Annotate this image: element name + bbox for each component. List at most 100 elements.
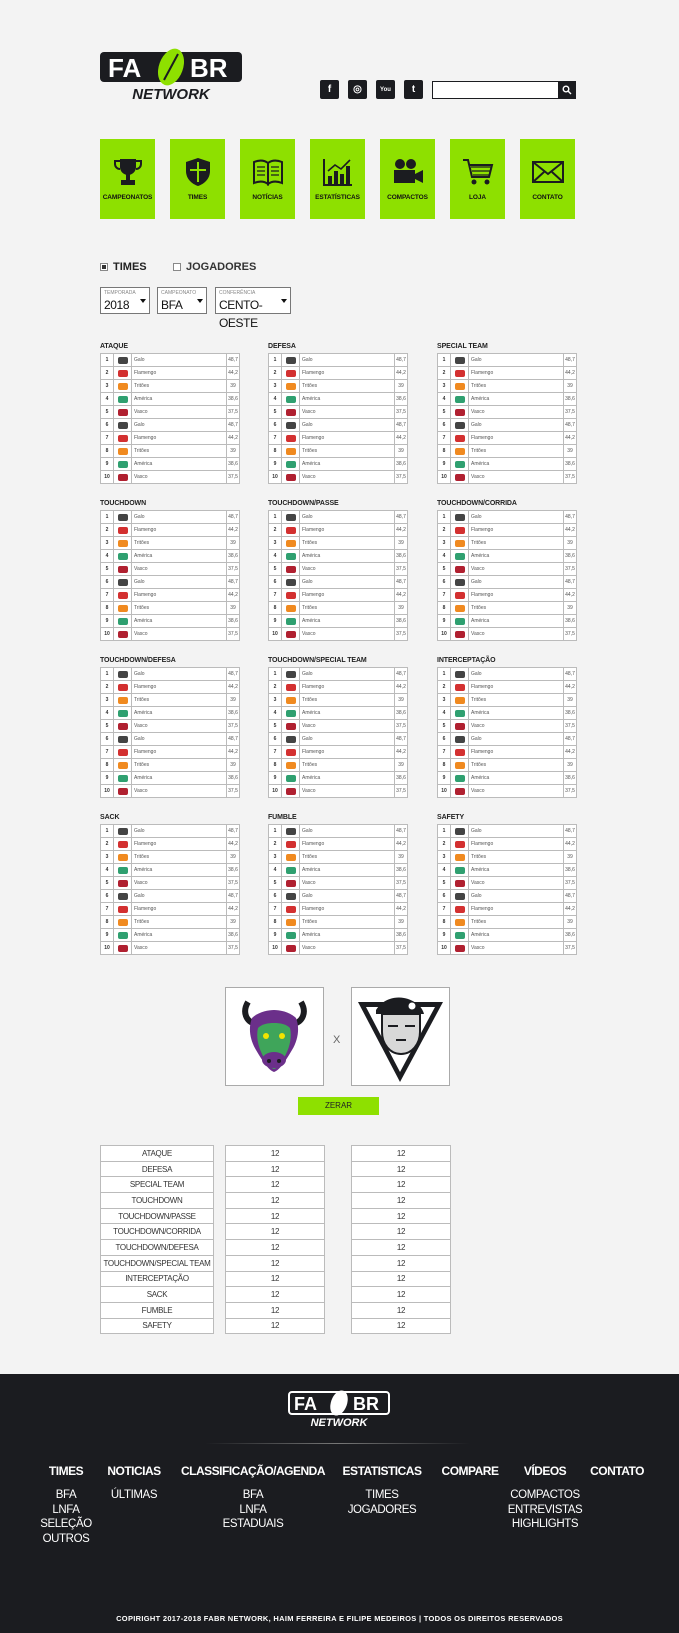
table-row[interactable]: 7 Flamengo 44,2 [268, 902, 408, 916]
footer-link[interactable]: JOGADORES [343, 1503, 422, 1518]
footer-link[interactable]: BFA [181, 1488, 325, 1503]
table-row[interactable]: 8 Tritões 39 [437, 915, 577, 929]
table-row[interactable]: 5 Vasco 37,5 [268, 876, 408, 890]
table-row[interactable]: 10 Vasco 37,5 [268, 941, 408, 955]
footer-link[interactable]: OUTROS [40, 1532, 92, 1547]
footer-link[interactable]: ENTREVISTAS [508, 1503, 583, 1518]
table-row[interactable]: 1 Galo 48,7 [268, 510, 408, 524]
table-row[interactable]: 2 Flamengo 44,2 [100, 523, 240, 537]
nav-campeonatos[interactable]: CAMPEONATOS [100, 139, 155, 219]
table-row[interactable]: 3 Tritões 39 [100, 693, 240, 707]
table-row[interactable]: 5 Vasco 37,5 [100, 562, 240, 576]
table-row[interactable]: 9 América 38,6 [268, 614, 408, 628]
table-row[interactable]: 1 Galo 48,7 [100, 510, 240, 524]
table-row[interactable]: 9 América 38,6 [268, 771, 408, 785]
table-row[interactable]: 7 Flamengo 44,2 [100, 902, 240, 916]
footer-link[interactable]: LNFA [40, 1503, 92, 1518]
table-row[interactable]: 4 América 38,6 [268, 392, 408, 406]
table-row[interactable]: 3 Tritões 39 [437, 536, 577, 550]
table-row[interactable]: 8 Tritões 39 [100, 915, 240, 929]
table-row[interactable]: 1 Galo 48,7 [100, 667, 240, 681]
twitter-icon[interactable]: t [404, 80, 423, 99]
table-row[interactable]: 2 Flamengo 44,2 [437, 523, 577, 537]
table-row[interactable]: 6 Galo 48,7 [437, 418, 577, 432]
table-row[interactable]: 1 Galo 48,7 [437, 667, 577, 681]
table-row[interactable]: 3 Tritões 39 [437, 693, 577, 707]
table-row[interactable]: 6 Galo 48,7 [100, 732, 240, 746]
table-row[interactable]: 1 Galo 48,7 [268, 667, 408, 681]
footer-link[interactable]: HIGHLIGHTS [508, 1517, 583, 1532]
table-row[interactable]: 8 Tritões 39 [100, 601, 240, 615]
table-row[interactable]: 7 Flamengo 44,2 [100, 431, 240, 445]
table-row[interactable]: 3 Tritões 39 [437, 379, 577, 393]
table-row[interactable]: 3 Tritões 39 [100, 850, 240, 864]
table-row[interactable]: 4 América 38,6 [100, 706, 240, 720]
table-row[interactable]: 9 América 38,6 [268, 928, 408, 942]
toggle-times[interactable]: TIMES [100, 261, 147, 273]
campeonato-select[interactable]: CAMPEONATO BFA [157, 287, 207, 314]
table-row[interactable]: 2 Flamengo 44,2 [268, 837, 408, 851]
table-row[interactable]: 5 Vasco 37,5 [437, 405, 577, 419]
table-row[interactable]: 1 Galo 48,7 [268, 353, 408, 367]
footer-link[interactable]: LNFA [181, 1503, 325, 1518]
table-row[interactable]: 10 Vasco 37,5 [100, 627, 240, 641]
table-row[interactable]: 2 Flamengo 44,2 [100, 366, 240, 380]
table-row[interactable]: 7 Flamengo 44,2 [268, 588, 408, 602]
table-row[interactable]: 6 Galo 48,7 [437, 889, 577, 903]
table-row[interactable]: 2 Flamengo 44,2 [437, 680, 577, 694]
table-row[interactable]: 10 Vasco 37,5 [100, 784, 240, 798]
table-row[interactable]: 4 América 38,6 [100, 549, 240, 563]
nav-estatisticas[interactable]: ESTATÍSTICAS [310, 139, 365, 219]
table-row[interactable]: 9 América 38,6 [437, 614, 577, 628]
table-row[interactable]: 2 Flamengo 44,2 [100, 837, 240, 851]
table-row[interactable]: 1 Galo 48,7 [268, 824, 408, 838]
table-row[interactable]: 2 Flamengo 44,2 [100, 680, 240, 694]
team-a-logo[interactable] [225, 987, 324, 1086]
jogadores-radio[interactable] [173, 263, 181, 271]
table-row[interactable]: 5 Vasco 37,5 [437, 562, 577, 576]
table-row[interactable]: 2 Flamengo 44,2 [268, 680, 408, 694]
table-row[interactable]: 2 Flamengo 44,2 [437, 366, 577, 380]
conferencia-select[interactable]: CONFERÊNCIA CENTO-OESTE [215, 287, 291, 330]
table-row[interactable]: 1 Galo 48,7 [437, 353, 577, 367]
table-row[interactable]: 9 América 38,6 [437, 457, 577, 471]
table-row[interactable]: 8 Tritões 39 [268, 444, 408, 458]
table-row[interactable]: 1 Galo 48,7 [100, 824, 240, 838]
table-row[interactable]: 10 Vasco 37,5 [437, 784, 577, 798]
footer-link[interactable]: BFA [40, 1488, 92, 1503]
table-row[interactable]: 2 Flamengo 44,2 [268, 523, 408, 537]
fabr-network-logo[interactable]: FA BR NETWORK [100, 46, 242, 103]
table-row[interactable]: 6 Galo 48,7 [100, 418, 240, 432]
table-row[interactable]: 6 Galo 48,7 [268, 418, 408, 432]
table-row[interactable]: 8 Tritões 39 [437, 444, 577, 458]
table-row[interactable]: 5 Vasco 37,5 [100, 876, 240, 890]
footer-heading[interactable]: ESTATISTICAS [343, 1464, 422, 1478]
table-row[interactable]: 3 Tritões 39 [437, 850, 577, 864]
table-row[interactable]: 4 América 38,6 [100, 863, 240, 877]
table-row[interactable]: 7 Flamengo 44,2 [268, 431, 408, 445]
table-row[interactable]: 7 Flamengo 44,2 [437, 431, 577, 445]
table-row[interactable]: 8 Tritões 39 [437, 601, 577, 615]
table-row[interactable]: 6 Galo 48,7 [268, 889, 408, 903]
table-row[interactable]: 10 Vasco 37,5 [268, 784, 408, 798]
search-button[interactable] [558, 82, 575, 98]
table-row[interactable]: 6 Galo 48,7 [437, 732, 577, 746]
table-row[interactable]: 10 Vasco 37,5 [437, 470, 577, 484]
table-row[interactable]: 2 Flamengo 44,2 [437, 837, 577, 851]
table-row[interactable]: 1 Galo 48,7 [437, 824, 577, 838]
table-row[interactable]: 9 América 38,6 [100, 771, 240, 785]
table-row[interactable]: 6 Galo 48,7 [268, 732, 408, 746]
nav-loja[interactable]: LOJA [450, 139, 505, 219]
table-row[interactable]: 9 América 38,6 [437, 928, 577, 942]
temporada-select[interactable]: TEMPORADA 2018 [100, 287, 150, 314]
table-row[interactable]: 4 América 38,6 [437, 706, 577, 720]
table-row[interactable]: 8 Tritões 39 [100, 444, 240, 458]
toggle-jogadores[interactable]: JOGADORES [173, 261, 256, 273]
table-row[interactable]: 9 América 38,6 [268, 457, 408, 471]
table-row[interactable]: 8 Tritões 39 [100, 758, 240, 772]
table-row[interactable]: 10 Vasco 37,5 [437, 941, 577, 955]
nav-contato[interactable]: CONTATO [520, 139, 575, 219]
table-row[interactable]: 8 Tritões 39 [268, 758, 408, 772]
table-row[interactable]: 7 Flamengo 44,2 [437, 745, 577, 759]
team-b-logo[interactable] [351, 987, 450, 1086]
